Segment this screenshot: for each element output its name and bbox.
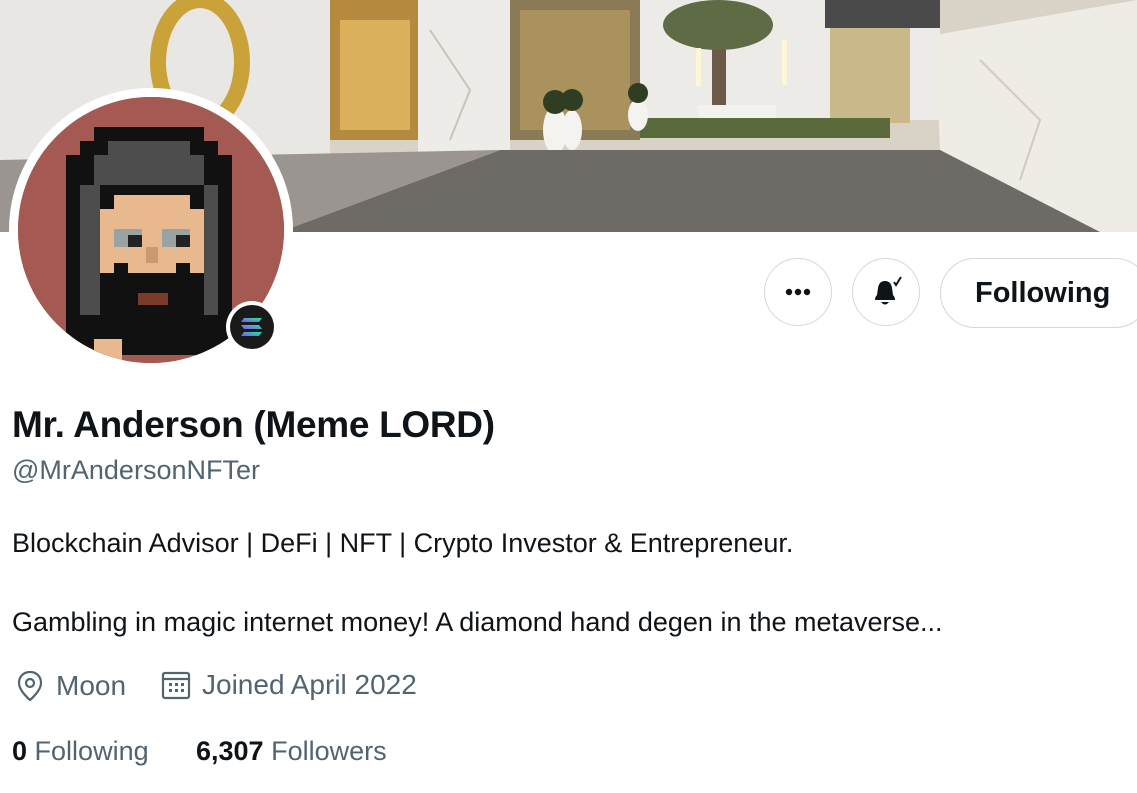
bio-line-2: Gambling in magic internet money! A diam… [12,607,943,637]
notifications-button[interactable] [852,258,920,326]
display-name: Mr. Anderson (Meme LORD) [12,404,495,445]
more-button[interactable] [764,258,832,326]
location-text: Moon [56,670,127,701]
following-count: 0 [12,736,28,766]
followers-count-link[interactable]: 6,307 Followers [196,736,387,767]
location-pin-icon [17,670,43,702]
followers-label: Followers [271,736,387,766]
notification-bell-icon [875,276,902,305]
bio-line-1: Blockchain Advisor | DeFi | NFT | Crypto… [12,528,794,558]
location: Moon [14,669,126,703]
join-date: Joined April 2022 [160,669,417,701]
following-label: Following [34,736,149,766]
following-button[interactable]: Following [940,258,1137,328]
join-date-text: Joined April 2022 [202,669,417,700]
solana-badge [226,301,278,353]
following-count-link[interactable]: 0 Following [12,736,149,767]
followers-count: 6,307 [196,736,264,766]
more-horizontal-icon [785,288,811,296]
calendar-icon [161,671,191,700]
user-handle: @MrAndersonNFTer [12,455,260,485]
solana-icon [230,305,274,349]
